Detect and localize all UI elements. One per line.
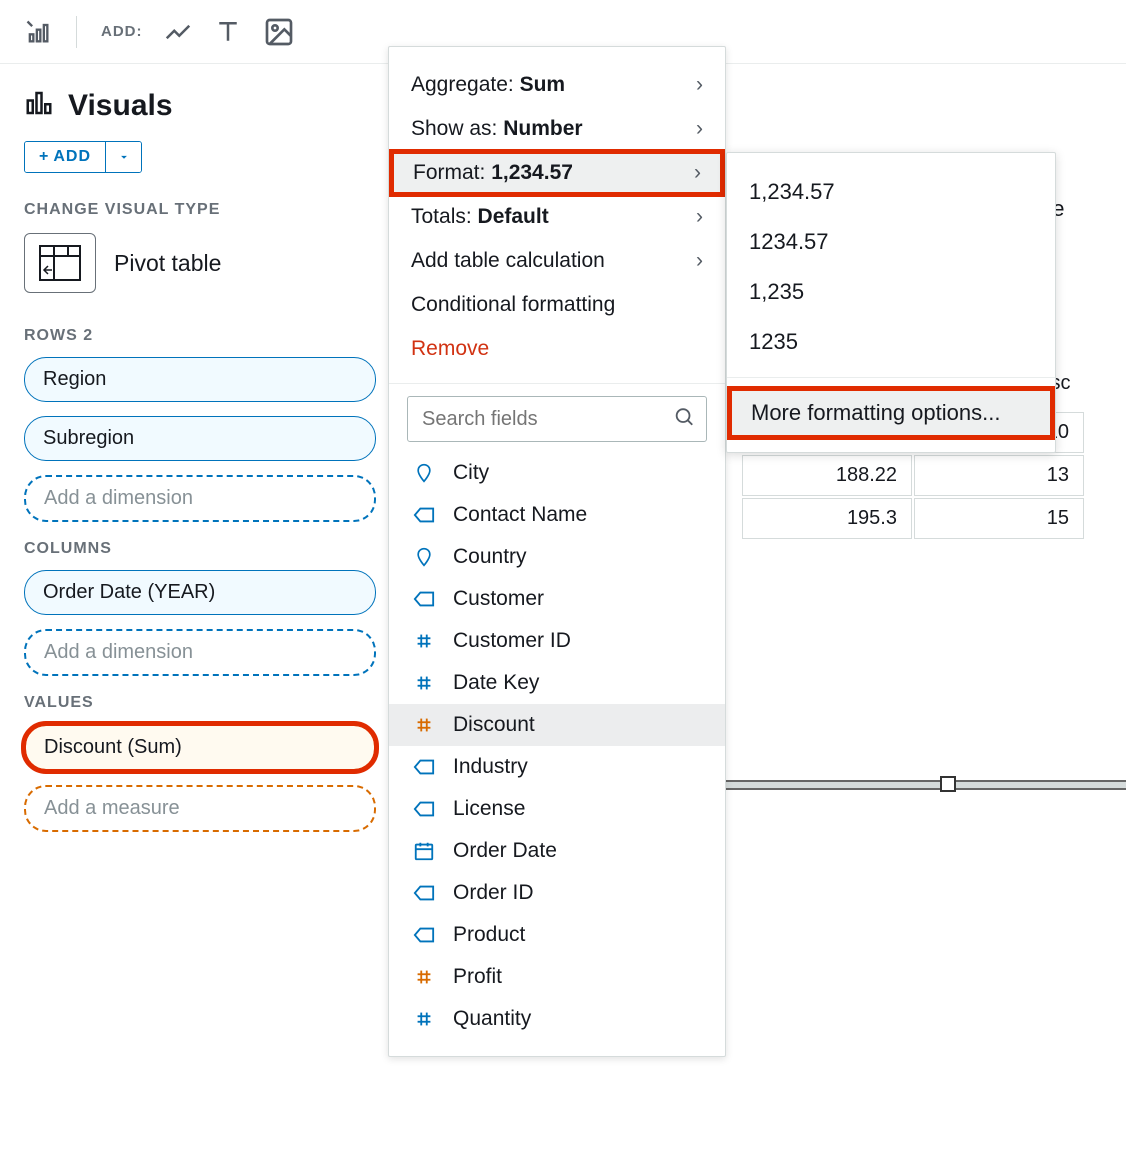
num-field-icon: [411, 1008, 437, 1030]
add-visual-group: + ADD: [24, 141, 142, 173]
geo-field-icon: [411, 545, 437, 569]
field-label: Customer ID: [453, 629, 571, 653]
scroll-handle[interactable]: [940, 776, 956, 792]
field-label: Industry: [453, 755, 528, 779]
field-customer-id[interactable]: Customer ID: [389, 620, 725, 662]
scroll-track[interactable]: [726, 780, 1126, 790]
search-icon: [673, 406, 695, 433]
num-field-icon: [411, 630, 437, 652]
add-button-label: ADD: [53, 148, 91, 166]
field-contact-name[interactable]: Contact Name: [389, 494, 725, 536]
add-text-icon[interactable]: [213, 17, 243, 47]
field-label: Discount: [453, 713, 535, 737]
menu-show-as[interactable]: Show as: Number ›: [389, 107, 725, 151]
column-placeholder[interactable]: Add a dimension: [24, 629, 376, 676]
separator: [727, 377, 1055, 378]
field-city[interactable]: City: [389, 452, 725, 494]
value-field-discount[interactable]: Discount (Sum): [24, 724, 376, 771]
mea-field-icon: [411, 714, 437, 736]
rows-label: ROWS 2: [24, 327, 376, 345]
row-field-subregion[interactable]: Subregion: [24, 416, 376, 461]
field-label: Contact Name: [453, 503, 587, 527]
dim-field-icon: [411, 883, 437, 903]
field-label: Country: [453, 545, 527, 569]
column-field-order-date[interactable]: Order Date (YEAR): [24, 570, 376, 615]
field-label: Order Date: [453, 839, 557, 863]
field-label: City: [453, 461, 489, 485]
field-industry[interactable]: Industry: [389, 746, 725, 788]
field-order-date[interactable]: Order Date: [389, 830, 725, 872]
visual-type-selector[interactable]: Pivot table: [24, 233, 376, 293]
menu-cond-format[interactable]: Conditional formatting: [389, 283, 725, 327]
format-option-0[interactable]: 1,234.57: [727, 167, 1055, 217]
geo-field-icon: [411, 461, 437, 485]
chevron-right-icon: ›: [696, 205, 703, 229]
add-visual-button[interactable]: + ADD: [25, 142, 105, 172]
visual-type-name: Pivot table: [114, 250, 221, 277]
search-fields-input[interactable]: [407, 396, 707, 442]
menu-totals[interactable]: Totals: Default ›: [389, 195, 725, 239]
field-context-menu: Aggregate: Sum › Show as: Number › Forma…: [388, 46, 726, 1057]
format-more-options[interactable]: More formatting options...: [729, 388, 1053, 438]
field-profit[interactable]: Profit: [389, 956, 725, 998]
field-label: Product: [453, 923, 525, 947]
menu-remove[interactable]: Remove: [389, 327, 725, 371]
plus-icon: +: [39, 148, 49, 166]
pivot-table-icon: [24, 233, 96, 293]
columns-label: COLUMNS: [24, 540, 376, 558]
add-visual-dropdown[interactable]: [105, 142, 141, 172]
date-field-icon: [411, 840, 437, 862]
field-date-key[interactable]: Date Key: [389, 662, 725, 704]
analysis-icon[interactable]: [24, 18, 52, 46]
chevron-right-icon: ›: [696, 249, 703, 273]
visuals-icon: [24, 88, 54, 123]
field-discount[interactable]: Discount: [389, 704, 725, 746]
format-submenu: 1,234.57 1234.57 1,235 1235 More formatt…: [726, 152, 1056, 453]
field-product[interactable]: Product: [389, 914, 725, 956]
separator: [389, 383, 725, 384]
format-option-2[interactable]: 1,235: [727, 267, 1055, 317]
mea-field-icon: [411, 966, 437, 988]
dim-field-icon: [411, 799, 437, 819]
field-label: Date Key: [453, 671, 539, 695]
menu-aggregate[interactable]: Aggregate: Sum ›: [389, 63, 725, 107]
add-line-chart-icon[interactable]: [163, 17, 193, 47]
menu-calc[interactable]: Add table calculation ›: [389, 239, 725, 283]
row-placeholder[interactable]: Add a dimension: [24, 475, 376, 522]
chevron-right-icon: ›: [694, 161, 701, 185]
dim-field-icon: [411, 757, 437, 777]
dim-field-icon: [411, 925, 437, 945]
dim-field-icon: [411, 505, 437, 525]
visuals-panel: Visuals + ADD CHANGE VISUAL TYPE Pivot t…: [0, 64, 400, 846]
format-option-3[interactable]: 1235: [727, 317, 1055, 367]
separator: [76, 16, 77, 48]
add-label: ADD:: [101, 23, 143, 40]
field-license[interactable]: License: [389, 788, 725, 830]
field-label: License: [453, 797, 525, 821]
field-country[interactable]: Country: [389, 536, 725, 578]
num-field-icon: [411, 672, 437, 694]
add-image-icon[interactable]: [263, 16, 295, 48]
value-placeholder[interactable]: Add a measure: [24, 785, 376, 832]
chevron-right-icon: ›: [696, 117, 703, 141]
field-label: Order ID: [453, 881, 534, 905]
change-visual-type-label: CHANGE VISUAL TYPE: [24, 201, 376, 219]
format-option-1[interactable]: 1234.57: [727, 217, 1055, 267]
panel-title: Visuals: [68, 89, 173, 123]
row-field-region[interactable]: Region: [24, 357, 376, 402]
values-label: VALUES: [24, 694, 376, 712]
dim-field-icon: [411, 589, 437, 609]
field-customer[interactable]: Customer: [389, 578, 725, 620]
menu-format[interactable]: Format: 1,234.57 ›: [391, 151, 723, 195]
field-label: Customer: [453, 587, 544, 611]
field-quantity[interactable]: Quantity: [389, 998, 725, 1040]
field-order-id[interactable]: Order ID: [389, 872, 725, 914]
chevron-right-icon: ›: [696, 73, 703, 97]
field-label: Profit: [453, 965, 502, 989]
field-label: Quantity: [453, 1007, 531, 1031]
